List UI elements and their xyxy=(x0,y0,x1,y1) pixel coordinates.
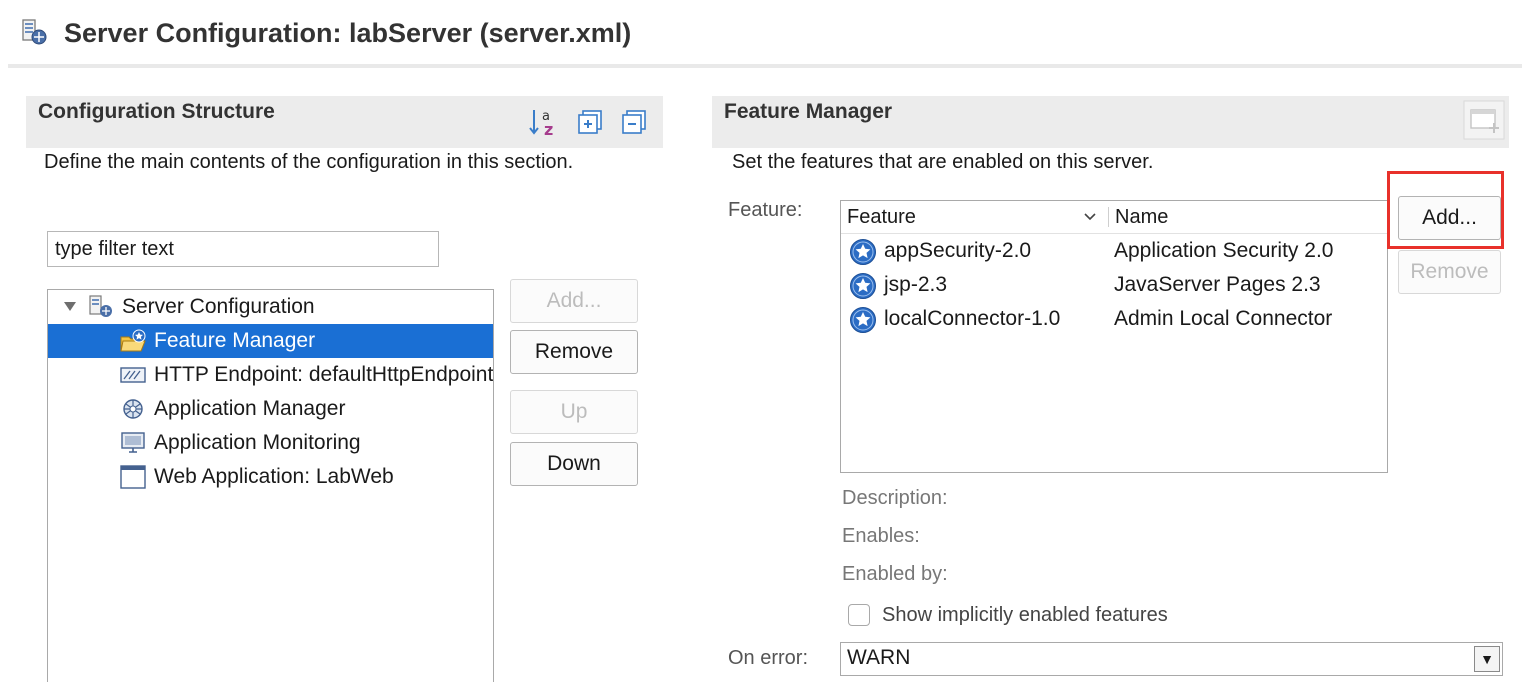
sort-chevron-down-icon[interactable] xyxy=(1083,211,1097,223)
configuration-tree[interactable]: Server Configuration Feature Manager HTT… xyxy=(47,289,494,682)
tree-item-http-endpoint[interactable]: HTTP Endpoint: defaultHttpEndpoint xyxy=(48,358,493,392)
tree-filter-input[interactable] xyxy=(47,231,439,267)
sort-az-icon[interactable]: a z xyxy=(528,106,562,138)
enabled-by-label: Enabled by: xyxy=(842,563,948,585)
table-row[interactable]: appSecurity-2.0 Application Security 2.0 xyxy=(841,234,1387,268)
page-title: Server Configuration: labServer (server.… xyxy=(64,18,632,48)
tree-item-application-manager[interactable]: Application Manager xyxy=(48,392,493,426)
highlight-box xyxy=(1387,171,1504,249)
enables-label: Enables: xyxy=(842,525,920,547)
feature-manager-description: Set the features that are enabled on thi… xyxy=(732,151,1154,173)
table-row[interactable]: jsp-2.3 JavaServer Pages 2.3 xyxy=(841,268,1387,302)
column-header-feature[interactable]: Feature xyxy=(847,201,916,233)
feature-star-icon xyxy=(850,239,876,265)
tree-item-label: Application Monitoring xyxy=(154,431,361,454)
show-implicit-label[interactable]: Show implicitly enabled features xyxy=(882,604,1168,627)
structure-add-button[interactable]: Add... xyxy=(510,279,638,323)
server-config-icon xyxy=(22,19,47,45)
table-row[interactable]: localConnector-1.0 Admin Local Connector xyxy=(841,302,1387,336)
feature-manager-title: Feature Manager xyxy=(724,100,893,123)
monitor-icon xyxy=(121,432,145,453)
tree-item-label: Application Manager xyxy=(154,397,346,420)
tree-item-label: Server Configuration xyxy=(122,295,315,318)
on-error-select[interactable]: WARN ▼ xyxy=(840,642,1503,676)
http-endpoint-icon xyxy=(120,367,146,383)
tree-item-label: HTTP Endpoint: defaultHttpEndpoint xyxy=(154,363,494,386)
show-implicit-checkbox[interactable] xyxy=(848,604,870,626)
feature-remove-button[interactable]: Remove xyxy=(1398,250,1501,294)
configuration-structure-title: Configuration Structure xyxy=(38,100,275,123)
on-error-value: WARN xyxy=(847,646,911,669)
structure-down-button[interactable]: Down xyxy=(510,442,638,486)
feature-name: Admin Local Connector xyxy=(1114,307,1333,330)
add-section-icon[interactable] xyxy=(1463,100,1505,140)
server-config-icon xyxy=(89,295,112,317)
column-separator xyxy=(1108,207,1109,227)
expand-triangle-icon[interactable] xyxy=(62,298,78,314)
description-label: Description: xyxy=(842,487,948,509)
configuration-structure-description: Define the main contents of the configur… xyxy=(44,151,574,173)
tree-item-web-application[interactable]: Web Application: LabWeb xyxy=(48,460,493,494)
header-divider xyxy=(8,64,1522,68)
tree-item-label: Feature Manager xyxy=(154,329,316,352)
on-error-label: On error: xyxy=(728,647,809,669)
tree-item-label: Web Application: LabWeb xyxy=(154,465,394,488)
feature-label: Feature: xyxy=(728,199,803,221)
feature-name: JavaServer Pages 2.3 xyxy=(1114,273,1321,296)
expand-all-icon[interactable] xyxy=(576,108,604,136)
feature-id: appSecurity-2.0 xyxy=(884,239,1032,262)
web-application-icon xyxy=(120,465,146,489)
feature-id: jsp-2.3 xyxy=(884,273,948,296)
structure-remove-button[interactable]: Remove xyxy=(510,330,638,374)
feature-star-icon xyxy=(850,307,876,333)
tree-item-server-configuration[interactable]: Server Configuration xyxy=(48,290,493,324)
dropdown-arrow-icon[interactable]: ▼ xyxy=(1474,646,1500,672)
column-header-name[interactable]: Name xyxy=(1115,201,1168,233)
feature-manager-icon xyxy=(120,329,146,352)
feature-name: Application Security 2.0 xyxy=(1114,239,1334,262)
tree-item-application-monitoring[interactable]: Application Monitoring xyxy=(48,426,493,460)
feature-star-icon xyxy=(850,273,876,299)
tree-item-feature-manager[interactable]: Feature Manager xyxy=(48,324,493,358)
feature-id: localConnector-1.0 xyxy=(884,307,1061,330)
features-table[interactable]: Feature Name appSecurity-2.0 Application… xyxy=(840,200,1388,473)
collapse-all-icon[interactable] xyxy=(620,108,648,136)
structure-up-button[interactable]: Up xyxy=(510,390,638,434)
application-manager-icon xyxy=(123,399,143,419)
svg-text:z: z xyxy=(544,120,553,138)
